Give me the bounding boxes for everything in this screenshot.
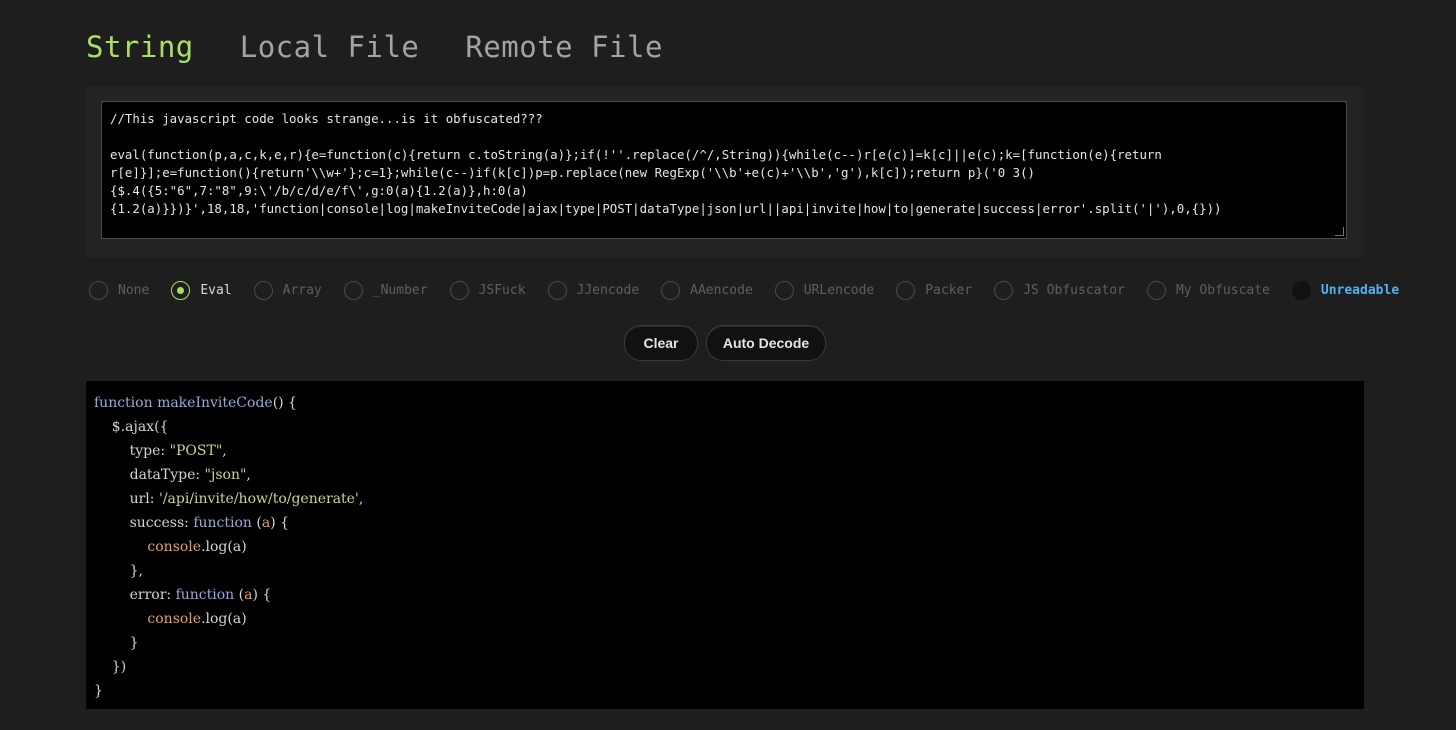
radio-jjencode[interactable]: JJencode — [547, 281, 640, 300]
radio-circle — [547, 281, 567, 300]
code-text: } — [94, 635, 139, 651]
resize-handle[interactable] — [1335, 227, 1344, 236]
source-tabs: String Local File Remote File — [86, 30, 663, 64]
tab-local-file[interactable]: Local File — [240, 30, 420, 64]
tab-remote-file[interactable]: Remote File — [465, 30, 663, 64]
code-text: .log(a) — [201, 539, 247, 555]
code-string: "json" — [204, 467, 247, 483]
radio-circle — [171, 281, 191, 300]
code-text: ) { — [252, 587, 272, 603]
code-text: .log(a) — [201, 611, 247, 627]
code-text: $.ajax({ — [94, 419, 169, 435]
radio-label: JS Obfuscator — [1023, 283, 1125, 298]
radio-urlencode[interactable]: URLencode — [774, 281, 875, 300]
radio-circle — [89, 281, 108, 300]
radio-label: None — [118, 283, 150, 298]
radio-unreadable[interactable]: Unreadable — [1291, 281, 1400, 300]
code-text: }, — [94, 563, 143, 579]
code-text: ) { — [270, 515, 290, 531]
code-string: "POST" — [169, 443, 223, 459]
radio-label: Unreadable — [1320, 283, 1400, 298]
radio-label: _Number — [372, 283, 428, 298]
radio-aaencode[interactable]: AAencode — [661, 281, 753, 300]
radio-label: URLencode — [803, 283, 875, 298]
code-text: , — [358, 491, 364, 507]
code-text: }) — [94, 659, 127, 675]
code-text: , — [222, 443, 227, 459]
radio-circle — [1291, 281, 1311, 300]
input-panel: //This javascript code looks strange...i… — [86, 86, 1364, 258]
radio-my-obfuscate[interactable]: My Obfuscate — [1146, 281, 1270, 300]
code-keyword: function — [175, 587, 235, 603]
radio-label: Array — [282, 283, 322, 298]
decode-method-options: None Eval Array _Number JSFuck JJencode … — [89, 281, 1421, 300]
code-string: '/api/invite/how/to/generate' — [158, 491, 359, 507]
code-key: success: — [94, 515, 194, 531]
code-function-name: makeInviteCode — [157, 395, 273, 411]
radio-circle — [1146, 281, 1166, 300]
radio-eval[interactable]: Eval — [171, 281, 232, 300]
radio-circle — [994, 281, 1014, 300]
code-text: , — [246, 467, 251, 483]
radio-none[interactable]: None — [89, 281, 149, 300]
radio-packer[interactable]: Packer — [896, 281, 972, 300]
radio-circle — [253, 281, 273, 300]
code-object: console — [94, 539, 202, 555]
auto-decode-button[interactable]: Auto Decode — [706, 325, 826, 361]
clear-button[interactable]: Clear — [624, 325, 698, 361]
code-text: ( — [251, 515, 262, 531]
code-key: type: — [94, 443, 170, 459]
code-text: () { — [272, 395, 297, 411]
radio-number[interactable]: _Number — [343, 281, 428, 300]
radio-circle — [661, 281, 681, 300]
code-text: ( — [234, 587, 245, 603]
code-text: } — [94, 683, 103, 699]
radio-js-obfuscator[interactable]: JS Obfuscator — [994, 281, 1125, 300]
code-key: error: — [94, 587, 176, 603]
code-input-text: //This javascript code looks strange...i… — [110, 111, 1222, 216]
radio-array[interactable]: Array — [253, 281, 322, 300]
code-keyword: function — [193, 515, 252, 531]
radio-circle — [449, 281, 469, 300]
radio-label: My Obfuscate — [1175, 283, 1270, 298]
radio-label: Packer — [925, 283, 973, 298]
radio-jsfuck[interactable]: JSFuck — [449, 281, 526, 300]
decoded-output[interactable]: function makeInviteCode() { $.ajax({ typ… — [86, 381, 1364, 709]
code-object: console — [94, 611, 202, 627]
code-key: dataType: — [94, 467, 205, 483]
radio-circle — [774, 281, 794, 300]
code-param: a — [261, 515, 271, 531]
radio-label: JSFuck — [478, 283, 526, 298]
radio-circle — [343, 281, 363, 300]
radio-circle — [896, 281, 916, 300]
radio-label: JJencode — [576, 283, 640, 298]
radio-label: AAencode — [690, 283, 753, 298]
radio-label: Eval — [200, 283, 232, 298]
action-buttons: Clear Auto Decode — [624, 325, 826, 361]
code-key: url: — [94, 491, 159, 507]
code-input[interactable]: //This javascript code looks strange...i… — [101, 101, 1347, 239]
tab-string[interactable]: String — [86, 30, 194, 64]
code-keyword: function — [94, 395, 153, 411]
